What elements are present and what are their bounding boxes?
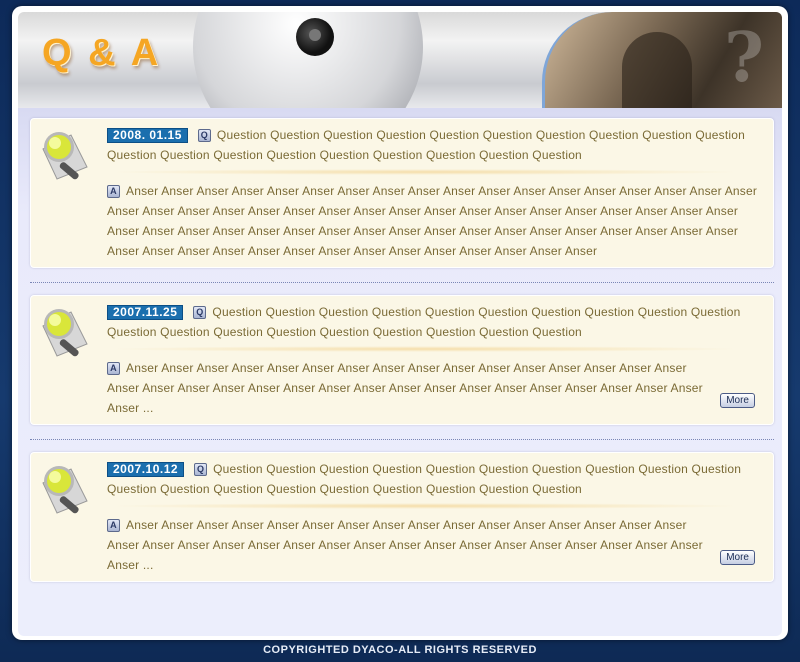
date-badge: 2007.11.25 [107, 305, 184, 320]
question-badge-icon: Q [193, 306, 207, 319]
answer-badge-icon: A [107, 185, 120, 198]
answer-badge-icon: A [107, 519, 120, 532]
question-mark-icon: ? [724, 18, 764, 98]
divider [30, 282, 774, 283]
question-text: 2008. 01.15 Q Question Question Question Q… [107, 125, 763, 181]
qa-item: 2007.10.12 Q Question Question Question Qu… [30, 452, 774, 582]
more-button[interactable]: More [720, 393, 755, 408]
magnifier-icon [42, 466, 88, 514]
answer-body: Anser Anser Anser Anser Anser Anser Anse… [107, 518, 703, 572]
answer-body: Anser Anser Anser Anser Anser Anser Anse… [107, 361, 703, 415]
question-badge-icon: Q [197, 129, 211, 142]
qa-item: 2007.11.25 Q Question Question Question Qu… [30, 295, 774, 425]
magnifier-icon [42, 132, 88, 180]
question-text: 2007.10.12 Q Question Question Question Qu… [107, 459, 763, 515]
date-badge: 2007.10.12 [107, 462, 185, 477]
page-title: Q & A [42, 32, 162, 74]
divider [30, 439, 774, 440]
answer-body: Anser Anser Anser Anser Anser Anser Anse… [107, 184, 758, 258]
header-decorative-knob [296, 18, 334, 56]
header-photo: ? [542, 12, 782, 108]
page-frame: ? Q & A 2008. 01.15 Q Question Question Qu… [12, 6, 788, 640]
answer-text: A Anser Anser Anser Anser Anser Anser Ans… [107, 358, 763, 418]
qa-list: 2008. 01.15 Q Question Question Question Q… [18, 108, 782, 636]
qa-item: 2008. 01.15 Q Question Question Question Q… [30, 118, 774, 268]
more-button[interactable]: More [720, 550, 755, 565]
header-photo-person [622, 32, 692, 108]
header-banner: ? Q & A [18, 12, 782, 108]
date-badge: 2008. 01.15 [107, 128, 188, 143]
answer-text: A Anser Anser Anser Anser Anser Anser Ans… [107, 181, 763, 261]
question-text: 2007.11.25 Q Question Question Question Qu… [107, 302, 763, 358]
question-badge-icon: Q [194, 463, 208, 476]
footer-copyright: COPYRIGHTED DYACO-ALL RIGHTS RESERVED [263, 644, 537, 656]
answer-badge-icon: A [107, 362, 120, 375]
answer-text: A Anser Anser Anser Anser Anser Anser Ans… [107, 515, 763, 575]
magnifier-icon [42, 309, 88, 357]
